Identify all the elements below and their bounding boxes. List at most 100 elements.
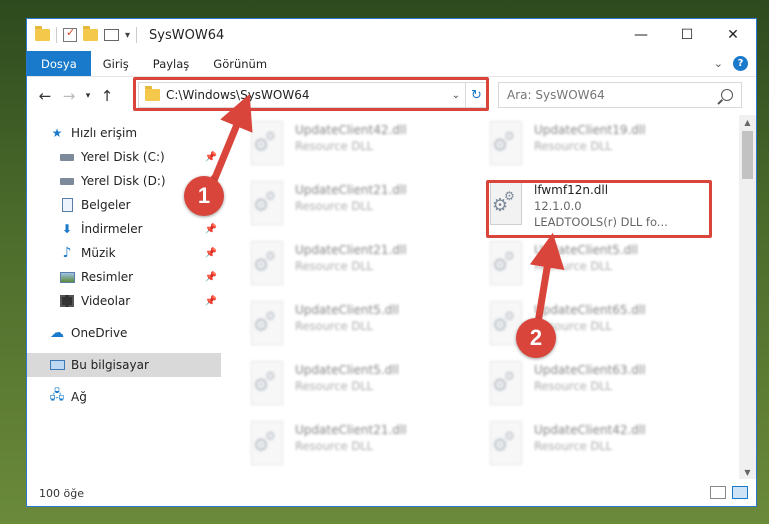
network-icon: 🖧 xyxy=(49,388,65,403)
pin-icon[interactable]: 📌 xyxy=(205,248,217,259)
large-icons-view-icon[interactable] xyxy=(732,486,748,499)
quick-access-toolbar: ▾ SysWOW64 xyxy=(27,26,224,43)
dll-file-icon: ⚙ ⚙ xyxy=(247,421,287,465)
file-tile[interactable]: ⚙ ⚙ UpdateClient21.dll Resource DLL xyxy=(247,421,475,479)
expand-ribbon-chevron-icon[interactable]: ⌄ xyxy=(714,57,723,70)
tab-view[interactable]: Görünüm xyxy=(201,51,279,76)
nav-item-label: Hızlı erişim xyxy=(71,126,138,140)
search-input[interactable] xyxy=(507,88,721,102)
star-icon: ★ xyxy=(51,126,63,140)
nav-item-label: Yerel Disk (C:) xyxy=(81,150,165,164)
nav-item-disk-c[interactable]: Yerel Disk (C:) 📌 xyxy=(27,145,221,169)
new-folder-icon[interactable] xyxy=(83,26,98,41)
up-arrow-icon[interactable]: ↑ xyxy=(95,87,119,105)
step-1-badge: 1 xyxy=(184,176,224,216)
folder-icon xyxy=(145,86,160,101)
view-buttons xyxy=(710,486,748,499)
file-highlight-box xyxy=(486,180,712,238)
explorer-window: ▾ SysWOW64 — ☐ ✕ Dosya Giriş Paylaş Görü… xyxy=(26,18,757,507)
scroll-up-arrow-icon[interactable]: ▲ xyxy=(739,115,756,129)
file-detail: Resource DLL xyxy=(295,379,374,393)
dll-file-icon: ⚙ ⚙ xyxy=(247,241,287,285)
nav-item-onedrive[interactable]: ☁ OneDrive xyxy=(27,321,221,345)
file-tile[interactable]: ⚙ ⚙ UpdateClient5.dll Resource DLL xyxy=(247,301,475,361)
dll-file-icon: ⚙ ⚙ xyxy=(486,241,526,285)
maximize-button[interactable]: ☐ xyxy=(664,19,710,51)
nav-item-pictures[interactable]: Resimler 📌 xyxy=(27,265,221,289)
views-icon[interactable] xyxy=(104,29,119,41)
file-detail: Resource DLL xyxy=(295,319,374,333)
nav-item-network[interactable]: 🖧 Ağ xyxy=(27,385,221,409)
customize-chevron-down-icon[interactable]: ▾ xyxy=(125,30,130,41)
file-name: UpdateClient5.dll xyxy=(534,243,638,257)
tab-home[interactable]: Giriş xyxy=(91,51,141,76)
details-view-icon[interactable] xyxy=(710,486,726,499)
music-icon: ♪ xyxy=(62,245,72,261)
scrollbar-thumb[interactable] xyxy=(742,131,753,179)
properties-icon[interactable] xyxy=(63,26,77,42)
address-history-chevron-icon[interactable]: ⌄ xyxy=(447,90,465,101)
nav-item-downloads[interactable]: ⬇ İndirmeler 📌 xyxy=(27,217,221,241)
forward-arrow-icon[interactable]: → xyxy=(57,87,81,105)
address-bar[interactable]: C:\Windows\SysWOW64 ⌄ ↻ xyxy=(138,82,488,108)
file-detail: Resource DLL xyxy=(295,439,374,453)
file-tile[interactable]: ⚙ ⚙ UpdateClient19.dll Resource DLL xyxy=(486,121,714,181)
dll-file-icon: ⚙ ⚙ xyxy=(247,121,287,165)
file-tile[interactable]: ⚙ ⚙ UpdateClient63.dll Resource DLL xyxy=(486,361,714,421)
folder-icon[interactable] xyxy=(35,26,50,41)
tab-file[interactable]: Dosya xyxy=(27,51,91,76)
close-button[interactable]: ✕ xyxy=(710,19,756,51)
file-detail: Resource DLL xyxy=(534,379,613,393)
dll-file-icon: ⚙ ⚙ xyxy=(247,181,287,225)
nav-item-quick-access[interactable]: ★ Hızlı erişim xyxy=(27,121,221,145)
dll-file-icon: ⚙ ⚙ xyxy=(486,361,526,405)
nav-item-videos[interactable]: Videolar 📌 xyxy=(27,289,221,313)
ribbon-tabs: Dosya Giriş Paylaş Görünüm ⌄ ? xyxy=(27,51,756,77)
file-tile[interactable]: ⚙ ⚙ UpdateClient21.dll Resource DLL xyxy=(247,241,475,301)
documents-icon xyxy=(59,198,75,212)
address-row: ← → ▾ ↑ C:\Windows\SysWOW64 ⌄ ↻ xyxy=(27,77,756,115)
recent-locations-chevron-icon[interactable]: ▾ xyxy=(81,91,95,101)
drive-icon xyxy=(59,174,75,188)
nav-item-label: İndirmeler xyxy=(81,222,143,236)
help-icon[interactable]: ? xyxy=(733,56,748,71)
file-name: UpdateClient5.dll xyxy=(295,303,399,317)
pin-icon[interactable]: 📌 xyxy=(205,224,217,235)
nav-item-music[interactable]: ♪ Müzik 📌 xyxy=(27,241,221,265)
file-tile[interactable]: ⚙ ⚙ UpdateClient42.dll Resource DLL xyxy=(486,421,714,479)
nav-item-this-pc[interactable]: Bu bilgisayar xyxy=(27,353,221,377)
file-tile[interactable]: ⚙ ⚙ UpdateClient5.dll Resource DLL xyxy=(247,361,475,421)
file-name: UpdateClient42.dll xyxy=(534,423,646,437)
file-detail: Resource DLL xyxy=(534,439,613,453)
window-controls: — ☐ ✕ xyxy=(618,19,756,51)
minimize-button[interactable]: — xyxy=(618,19,664,51)
file-name: UpdateClient42.dll xyxy=(295,123,407,137)
videos-icon xyxy=(59,294,75,308)
file-tile[interactable]: ⚙ ⚙ UpdateClient42.dll Resource DLL xyxy=(247,121,475,181)
computer-icon xyxy=(49,358,65,372)
scroll-down-arrow-icon[interactable]: ▼ xyxy=(739,465,756,479)
refresh-icon[interactable]: ↻ xyxy=(465,83,487,107)
vertical-scrollbar[interactable]: ▲ ▼ xyxy=(739,115,756,479)
address-path[interactable]: C:\Windows\SysWOW64 xyxy=(166,88,447,102)
file-name: UpdateClient21.dll xyxy=(295,423,407,437)
tab-share[interactable]: Paylaş xyxy=(141,51,202,76)
nav-item-label: Bu bilgisayar xyxy=(71,358,149,372)
search-box[interactable] xyxy=(498,82,742,108)
search-icon[interactable] xyxy=(721,89,733,101)
step-2-badge: 2 xyxy=(516,318,556,358)
file-detail: Resource DLL xyxy=(295,139,374,153)
ribbon-right: ⌄ ? xyxy=(714,56,748,71)
file-tile[interactable]: ⚙ ⚙ UpdateClient5.dll Resource DLL xyxy=(486,241,714,301)
nav-item-label: Yerel Disk (D:) xyxy=(81,174,166,188)
nav-item-label: Resimler xyxy=(81,270,134,284)
back-arrow-icon[interactable]: ← xyxy=(33,87,57,105)
navigation-pane: ★ Hızlı erişim Yerel Disk (C:) 📌 Yerel D… xyxy=(27,115,221,479)
file-name: UpdateClient21.dll xyxy=(295,243,407,257)
cloud-icon: ☁ xyxy=(50,325,64,341)
pin-icon[interactable]: 📌 xyxy=(205,152,217,163)
file-tile[interactable]: ⚙ ⚙ UpdateClient21.dll Resource DLL xyxy=(247,181,475,241)
nav-item-label: Müzik xyxy=(81,246,116,260)
pin-icon[interactable]: 📌 xyxy=(205,296,217,307)
pin-icon[interactable]: 📌 xyxy=(205,272,217,283)
